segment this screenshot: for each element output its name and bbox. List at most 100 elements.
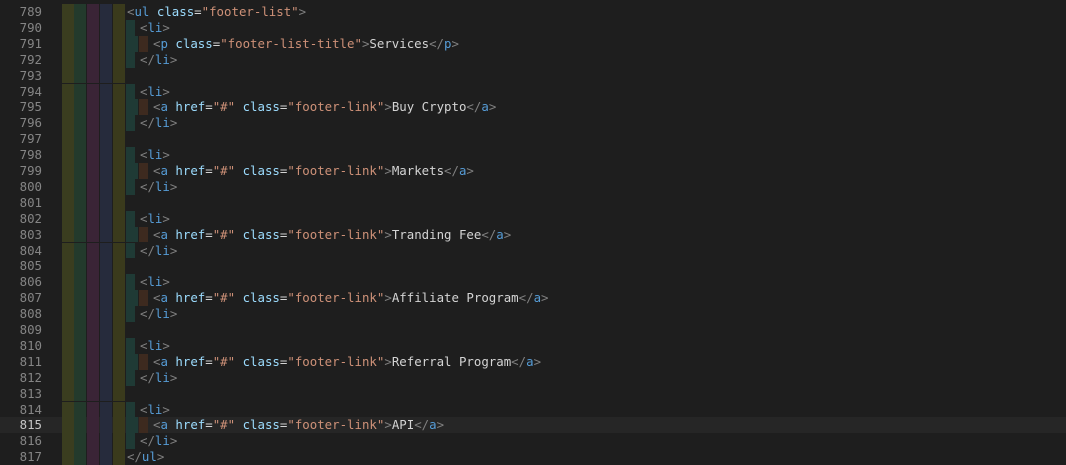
indent-guide xyxy=(74,433,86,450)
code-line[interactable]: 798 <li> xyxy=(0,147,1066,163)
line-number: 810 xyxy=(19,337,42,353)
indent-guide xyxy=(62,147,74,163)
code-line[interactable]: 805 xyxy=(0,258,1066,275)
indent-guide xyxy=(113,258,125,275)
code-line[interactable]: 800 </li> xyxy=(0,178,1066,195)
code-line[interactable]: 802 <li> xyxy=(0,210,1066,227)
code-content: <li> xyxy=(140,20,170,36)
indent-guide xyxy=(62,19,74,36)
attribute-name: href xyxy=(175,99,206,115)
tag-name: li xyxy=(154,115,170,131)
code-line[interactable]: 789 <ul class="footer-list"> xyxy=(0,4,1066,20)
attribute-name: class xyxy=(242,99,280,115)
tag-name: a xyxy=(496,226,504,242)
code-line[interactable]: 793 xyxy=(0,67,1066,84)
indent-guide xyxy=(113,449,125,465)
code-line[interactable]: 811 <a href="#" class="footer-link">Refer… xyxy=(0,353,1066,370)
indent-guide xyxy=(113,194,125,211)
code-line[interactable]: 790 <li> xyxy=(0,19,1066,36)
indent-guide xyxy=(74,385,86,402)
line-number: 803 xyxy=(19,226,42,242)
tag-bracket: > xyxy=(384,290,392,306)
code-line[interactable]: 791 <p class="footer-list-title">Services… xyxy=(0,35,1066,52)
tag-bracket: > xyxy=(298,4,307,19)
tag-bracket: </ xyxy=(444,163,459,178)
indent-guide xyxy=(113,67,125,84)
indent-guide xyxy=(62,4,74,20)
code-line[interactable]: 815 <a href="#" class="footer-link">API</… xyxy=(0,417,1066,434)
indent-guide xyxy=(87,67,99,84)
code-line[interactable]: 796 </li> xyxy=(0,115,1066,132)
indent-guide xyxy=(87,242,99,259)
code-line[interactable]: 792 </li> xyxy=(0,51,1066,68)
indent-guide xyxy=(113,274,125,291)
code-content: <a href="#" class="footer-link">Affiliat… xyxy=(153,290,549,306)
indent-guide xyxy=(74,306,86,322)
code-line[interactable]: 806 <li> xyxy=(0,274,1066,291)
tag-bracket: > xyxy=(466,163,474,178)
tag-name: li xyxy=(154,306,170,322)
indent-guide xyxy=(100,163,112,179)
line-number: 795 xyxy=(19,99,42,115)
code-editor[interactable]: 789 <ul class="footer-list"> 790 <li> 791 <p … xyxy=(0,0,1066,465)
indent-guide xyxy=(87,258,99,275)
code-line[interactable]: 817 </ul> xyxy=(0,449,1066,465)
code-line[interactable]: 808 </li> xyxy=(0,306,1066,322)
tag-bracket: </ xyxy=(140,306,155,322)
indent-guide xyxy=(87,417,99,434)
code-line[interactable]: 809 xyxy=(0,322,1066,338)
text-content: Services xyxy=(369,35,430,51)
indent-guide xyxy=(139,290,148,307)
indent-guide xyxy=(87,163,99,179)
indent-guide xyxy=(113,417,125,434)
code-line[interactable]: 804 </li> xyxy=(0,242,1066,259)
tag-bracket: > xyxy=(169,433,178,449)
indent-guide xyxy=(62,210,74,227)
code-content: </ul> xyxy=(127,449,164,465)
attribute-value: "footer-link" xyxy=(287,226,385,242)
code-line[interactable]: 799 <a href="#" class="footer-link">Marke… xyxy=(0,163,1066,179)
attribute-name: class xyxy=(242,226,280,242)
indent-guide xyxy=(74,417,86,434)
code-line[interactable]: 814 <li> xyxy=(0,401,1066,418)
indent-guide xyxy=(126,226,138,243)
tag-name: li xyxy=(154,369,170,385)
tag-name: a xyxy=(481,99,489,115)
code-content: <a href="#" class="footer-link">Tranding… xyxy=(153,227,511,243)
indent-guide xyxy=(100,210,112,227)
code-line[interactable]: 816 </li> xyxy=(0,433,1066,450)
code-content: <ul class="footer-list"> xyxy=(127,4,306,20)
code-line[interactable]: 803 <a href="#" class="footer-link">Trand… xyxy=(0,226,1066,243)
attribute-value: "#" xyxy=(212,226,236,242)
tag-name: a xyxy=(429,417,437,433)
code-line[interactable]: 810 <li> xyxy=(0,337,1066,354)
code-line[interactable]: 813 xyxy=(0,385,1066,402)
indent-guide xyxy=(100,258,112,275)
tag-name: li xyxy=(147,147,163,163)
code-line[interactable]: 812 </li> xyxy=(0,369,1066,386)
indent-guide xyxy=(139,226,148,243)
attribute-name: class xyxy=(242,290,280,306)
code-content: <p class="footer-list-title">Services</p… xyxy=(153,36,459,52)
code-line[interactable]: 797 xyxy=(0,131,1066,148)
indent-guide xyxy=(139,99,148,116)
indent-guide xyxy=(126,353,138,370)
code-content: <li> xyxy=(140,338,170,354)
code-line[interactable]: 807 <a href="#" class="footer-link">Affil… xyxy=(0,290,1066,307)
indent-guide xyxy=(113,306,125,322)
indent-guide xyxy=(87,178,99,195)
tag-bracket: </ xyxy=(140,51,155,67)
code-content: </li> xyxy=(140,370,177,386)
tag-name: a xyxy=(160,290,168,306)
code-line[interactable]: 794 <li> xyxy=(0,83,1066,100)
indent-guide xyxy=(126,306,135,322)
code-line[interactable]: 801 xyxy=(0,194,1066,211)
attribute-name: href xyxy=(175,353,206,369)
indent-guide xyxy=(74,115,86,132)
code-line[interactable]: 795 <a href="#" class="footer-link">Buy C… xyxy=(0,99,1066,116)
tag-bracket: > xyxy=(169,51,178,67)
tag-name: ul xyxy=(134,4,150,19)
code-content: <a href="#" class="footer-link">Referral… xyxy=(153,354,541,370)
indent-guide xyxy=(74,51,86,68)
code-content: </li> xyxy=(140,115,177,131)
